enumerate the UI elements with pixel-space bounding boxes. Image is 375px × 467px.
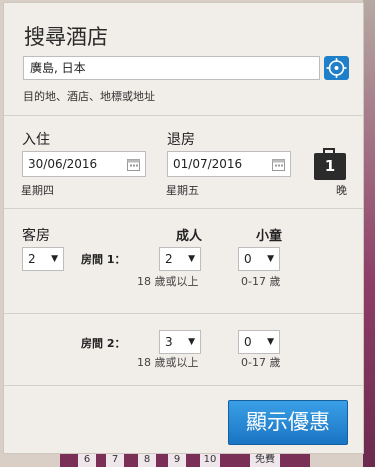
checkin-weekday: 星期四 (21, 184, 54, 197)
checkout-label: 退房 (167, 132, 195, 148)
rooms-select-value: 2 (28, 252, 36, 266)
chevron-down-icon: ▼ (267, 254, 274, 264)
room1-label: 房間 1： (81, 253, 126, 266)
destination-input[interactable]: 廣島, 日本 (23, 56, 320, 80)
checkin-date-field[interactable]: 30/06/2016 (22, 151, 146, 177)
checkin-date-value: 30/06/2016 (28, 157, 98, 171)
bg-free-label: 免費 (250, 453, 280, 467)
chevron-down-icon: ▼ (267, 337, 274, 347)
current-location-button[interactable] (324, 56, 349, 80)
show-deals-button[interactable]: 顯示優惠 (228, 400, 348, 445)
bg-calendar-day: 8 (138, 453, 156, 467)
checkin-label: 入住 (22, 132, 50, 148)
suitcase-icon: 1 (314, 153, 346, 180)
bg-calendar-day: 10 (200, 453, 220, 467)
room2-adults-select[interactable]: 3 ▼ (159, 330, 201, 354)
room2-label: 房間 2： (81, 337, 126, 350)
room2-children-value: 0 (244, 335, 252, 349)
rooms-label: 客房 (22, 228, 50, 244)
room1-adults-range: 18 歲或以上 (137, 275, 199, 288)
bg-calendar-day: 9 (168, 453, 186, 467)
destination-hint: 目的地、酒店、地標或地址 (23, 90, 155, 103)
room1-adults-value: 2 (165, 252, 173, 266)
room1-adults-select[interactable]: 2 ▼ (159, 247, 201, 271)
divider (4, 208, 363, 209)
room2-children-select[interactable]: 0 ▼ (238, 330, 280, 354)
children-header: 小童 (256, 229, 283, 244)
room2-adults-value: 3 (165, 335, 173, 349)
divider (4, 313, 363, 314)
crosshair-icon (326, 58, 347, 78)
nights-label: 晚 (336, 184, 347, 197)
rooms-select[interactable]: 2 ▼ (22, 247, 64, 271)
checkout-date-field[interactable]: 01/07/2016 (167, 151, 291, 177)
bg-calendar-day: 7 (106, 453, 124, 467)
room1-children-value: 0 (244, 252, 252, 266)
room2-children-range: 0-17 歲 (241, 356, 281, 369)
adults-header: 成人 (176, 229, 203, 244)
calendar-icon (272, 159, 285, 171)
divider (4, 115, 363, 116)
background-image-strip (363, 0, 375, 467)
chevron-down-icon: ▼ (188, 254, 195, 264)
bg-calendar-day: 6 (78, 453, 96, 467)
room1-children-select[interactable]: 0 ▼ (238, 247, 280, 271)
nights-indicator: 1 (314, 148, 346, 180)
chevron-down-icon: ▼ (51, 254, 58, 264)
checkout-date-value: 01/07/2016 (173, 157, 243, 171)
checkout-weekday: 星期五 (166, 184, 199, 197)
divider (4, 385, 363, 386)
hotel-search-panel: 搜尋酒店 廣島, 日本 目的地、酒店、地標或地址 入住 30/06/2016 星… (3, 2, 364, 454)
calendar-icon (127, 159, 140, 171)
panel-title: 搜尋酒店 (24, 25, 108, 49)
room2-adults-range: 18 歲或以上 (137, 356, 199, 369)
chevron-down-icon: ▼ (188, 337, 195, 347)
room1-children-range: 0-17 歲 (241, 275, 281, 288)
